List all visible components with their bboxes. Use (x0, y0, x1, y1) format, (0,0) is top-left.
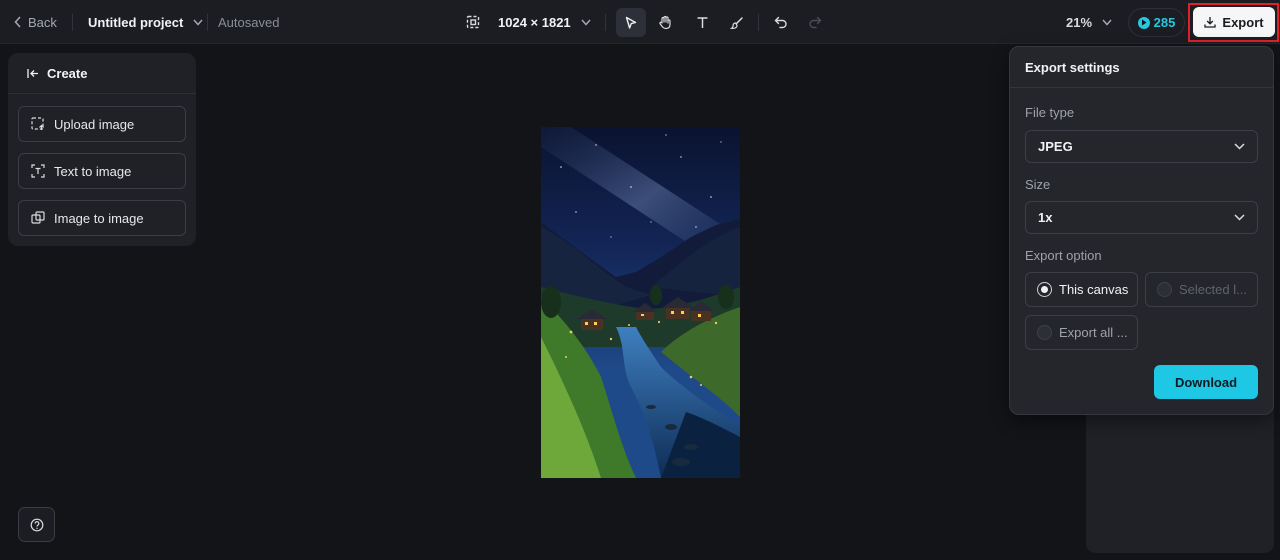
size-select[interactable]: 1x (1025, 201, 1258, 234)
image-to-image-label: Image to image (54, 210, 144, 226)
divider (605, 14, 606, 31)
divider (758, 14, 759, 31)
canvas-artwork[interactable] (541, 127, 740, 478)
help-button[interactable] (18, 507, 55, 542)
image-to-image-icon (31, 211, 45, 224)
credits-badge[interactable]: 285 (1128, 8, 1185, 37)
export-settings-panel: Export settings File type JPEG Size 1x E… (1009, 46, 1274, 415)
chevron-down-icon (1234, 214, 1245, 221)
hand-icon (658, 15, 671, 30)
undo-button[interactable] (766, 8, 796, 37)
text-to-image-icon (31, 164, 45, 178)
upload-image-label: Upload image (54, 116, 135, 132)
export-button[interactable]: Export (1193, 7, 1275, 37)
file-type-select[interactable]: JPEG (1025, 130, 1258, 163)
option-this-canvas[interactable]: This canvas (1025, 272, 1138, 307)
text-to-image-label: Text to image (54, 163, 132, 179)
brush-icon (730, 16, 743, 29)
download-icon (1204, 17, 1217, 28)
zoom-value: 21% (1066, 14, 1093, 30)
credits-value: 285 (1153, 15, 1176, 30)
redo-button[interactable] (800, 8, 830, 37)
project-title: Untitled project (88, 14, 184, 30)
cursor-arrow-icon (625, 16, 637, 29)
night-village-illustration (541, 127, 740, 478)
radio-unselected (1037, 325, 1052, 340)
canvas-size-value: 1024 × 1821 (498, 14, 571, 30)
create-panel-header[interactable]: Create (8, 53, 196, 94)
properties-panel (1086, 400, 1274, 553)
option-this-canvas-label: This canvas (1059, 282, 1129, 297)
brush-tool-button[interactable] (722, 8, 752, 37)
text-icon (697, 17, 707, 28)
help-icon (30, 518, 43, 531)
size-value: 1x (1038, 210, 1053, 225)
create-title: Create (47, 65, 88, 81)
divider (207, 14, 208, 31)
download-button[interactable]: Download (1154, 365, 1258, 399)
select-tool-button[interactable] (616, 8, 646, 37)
top-bar: Back Untitled project Autosaved 1024 × 1… (0, 0, 1280, 44)
upload-image-button[interactable]: Upload image (18, 106, 186, 142)
option-export-all-label: Export all ... (1059, 325, 1128, 340)
hand-tool-button[interactable] (650, 8, 680, 37)
collapse-left-icon (27, 68, 38, 78)
option-selected-label: Selected l... (1179, 282, 1247, 297)
file-type-label: File type (1025, 105, 1075, 120)
export-label: Export (1222, 14, 1264, 30)
upload-image-icon (31, 117, 44, 130)
create-panel: Create Upload image Text to image Image … (8, 53, 196, 246)
image-to-image-button[interactable]: Image to image (18, 200, 186, 236)
credit-icon (1137, 16, 1150, 29)
chevron-down-icon (581, 19, 591, 26)
divider (72, 14, 73, 31)
back-label: Back (28, 14, 57, 30)
export-option-label: Export option (1025, 248, 1102, 263)
canvas-size-menu[interactable]: 1024 × 1821 (466, 0, 591, 44)
text-tool-button[interactable] (687, 8, 717, 37)
chevron-left-icon (14, 16, 21, 28)
option-selected-layers[interactable]: Selected l... (1145, 272, 1258, 307)
text-to-image-button[interactable]: Text to image (18, 153, 186, 189)
file-type-value: JPEG (1038, 139, 1073, 154)
radio-selected (1037, 282, 1052, 297)
autosave-status: Autosaved (218, 14, 280, 30)
export-settings-title: Export settings (1010, 47, 1273, 88)
resize-icon (466, 15, 480, 29)
undo-icon (774, 16, 787, 29)
project-title-menu[interactable]: Untitled project (88, 0, 203, 44)
redo-icon (809, 16, 822, 29)
chevron-down-icon (1102, 19, 1112, 26)
chevron-down-icon (193, 19, 203, 26)
zoom-menu[interactable]: 21% (1066, 0, 1112, 44)
radio-disabled (1157, 282, 1172, 297)
back-button[interactable]: Back (14, 0, 57, 44)
option-export-all[interactable]: Export all ... (1025, 315, 1138, 350)
chevron-down-icon (1234, 143, 1245, 150)
size-label: Size (1025, 177, 1051, 192)
